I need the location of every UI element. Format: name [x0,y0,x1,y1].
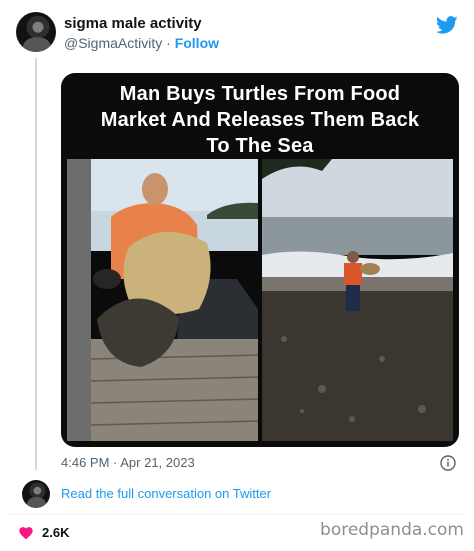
twitter-bird-icon[interactable] [436,14,458,36]
tweet-header: sigma male activity @SigmaActivity · Fol… [16,12,460,54]
info-icon[interactable] [440,455,456,471]
author-handle[interactable]: @SigmaActivity [64,35,162,51]
author-avatar[interactable] [16,12,56,52]
photo-man-with-turtles [67,159,258,441]
read-conversation-link[interactable]: Read the full conversation on Twitter [61,486,271,501]
handle-separator: · [162,35,175,51]
author-handle-line: @SigmaActivity · Follow [64,35,219,51]
author-display-name[interactable]: sigma male activity [64,16,219,32]
reply-avatar [22,480,50,508]
headline-line: Market And Releases Them Back [100,109,420,131]
author-block: sigma male activity @SigmaActivity · Fol… [64,16,219,52]
tweet-media[interactable]: Man Buys Turtles From Food Market And Re… [61,73,459,447]
thread-connector-line [35,58,37,470]
heart-icon[interactable] [18,525,34,541]
tweet-timestamp[interactable]: 4:46 PM · Apr 21, 2023 [61,455,195,470]
media-headline: Man Buys Turtles From Food Market And Re… [61,81,459,159]
headline-line: To The Sea [206,135,314,157]
footer-divider [10,514,464,515]
boredpanda-watermark: boredpanda.com [320,520,464,540]
read-conversation-row[interactable]: Read the full conversation on Twitter [22,480,462,508]
headline-line: Man Buys Turtles From Food [119,83,401,105]
photo-beach-release [262,159,453,441]
follow-button[interactable]: Follow [175,35,219,51]
like-count: 2.6K [42,525,70,540]
